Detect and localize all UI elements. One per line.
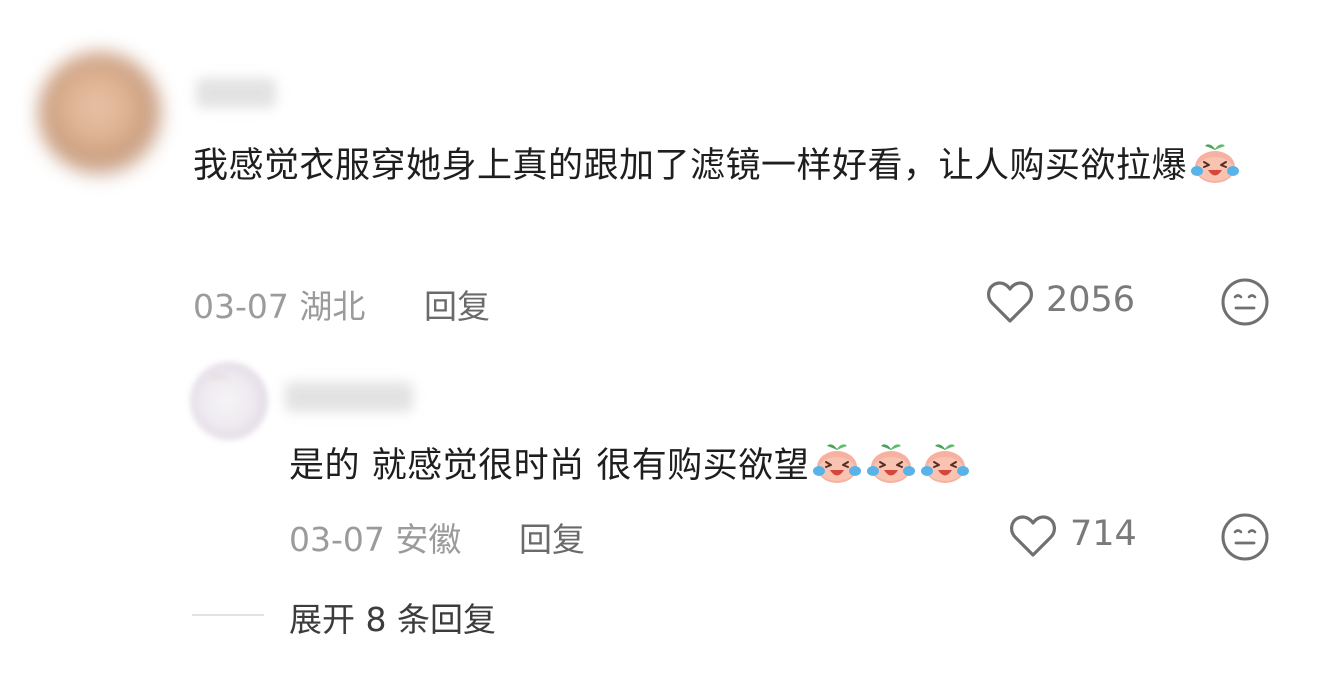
heart-outline-icon — [1010, 515, 1056, 557]
comment-text: 我感觉衣服穿她身上真的跟加了滤镜一样好看，让人购买欲拉爆 — [193, 138, 1263, 194]
reply-comment-text: 是的 就感觉很时尚 很有购买欲望 — [289, 438, 1189, 494]
avatar[interactable] — [38, 52, 162, 176]
like-icon[interactable] — [985, 278, 1035, 330]
comment-date-location: 03-07 安徽 — [289, 520, 462, 559]
like-count: 714 — [1070, 514, 1137, 554]
crying-laughing-emoji — [919, 441, 971, 485]
heart-outline-icon — [987, 281, 1033, 323]
avatar[interactable] — [190, 362, 268, 440]
neutral-face-icon[interactable] — [1220, 277, 1270, 331]
reply-button[interactable]: 回复 — [519, 513, 585, 561]
expand-replies-button[interactable]: 展开 8 条回复 — [289, 593, 496, 641]
username-blurred[interactable] — [196, 78, 276, 108]
comment-body: 是的 就感觉很时尚 很有购买欲望 — [289, 446, 810, 486]
crying-laughing-emoji — [1189, 141, 1241, 185]
comment-date-location: 03-07 湖北 — [193, 287, 366, 326]
like-count: 2056 — [1046, 280, 1136, 320]
neutral-face-icon[interactable] — [1220, 512, 1270, 566]
crying-laughing-emoji — [865, 441, 917, 485]
divider — [192, 614, 264, 616]
like-icon[interactable] — [1008, 512, 1058, 564]
username-blurred[interactable] — [285, 382, 413, 412]
reply-button[interactable]: 回复 — [424, 280, 490, 328]
crying-laughing-emoji — [811, 441, 863, 485]
comment-body: 我感觉衣服穿她身上真的跟加了滤镜一样好看，让人购买欲拉爆 — [193, 146, 1188, 186]
